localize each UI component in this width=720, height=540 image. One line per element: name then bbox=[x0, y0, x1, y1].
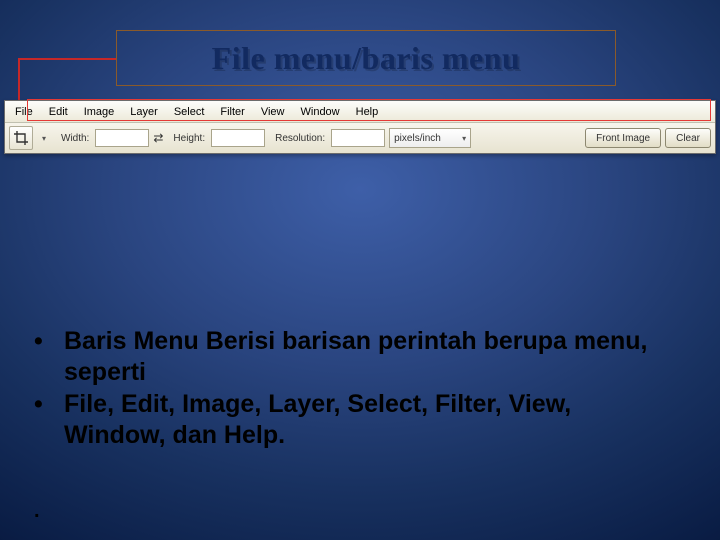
units-dropdown[interactable]: pixels/inch ▾ bbox=[389, 128, 471, 148]
menu-item-window[interactable]: Window bbox=[293, 104, 348, 120]
menu-bar: File Edit Image Layer Select Filter View… bbox=[5, 101, 715, 123]
height-input[interactable] bbox=[211, 129, 265, 147]
list-item: • File, Edit, Image, Layer, Select, Filt… bbox=[34, 389, 674, 452]
chevron-down-icon: ▾ bbox=[42, 134, 46, 143]
menu-item-image[interactable]: Image bbox=[76, 104, 123, 120]
title-box: File menu/baris menu bbox=[116, 30, 616, 86]
menu-item-edit[interactable]: Edit bbox=[41, 104, 76, 120]
chevron-down-icon: ▾ bbox=[462, 134, 466, 143]
resolution-label: Resolution: bbox=[275, 133, 325, 144]
swap-icon[interactable]: ⇄ bbox=[153, 131, 163, 145]
bullet-text: File, Edit, Image, Layer, Select, Filter… bbox=[64, 389, 674, 452]
units-selected: pixels/inch bbox=[394, 133, 441, 144]
options-bar: ▾ Width: ⇄ Height: Resolution: pixels/in… bbox=[5, 123, 715, 153]
page-title: File menu/baris menu bbox=[212, 40, 521, 77]
clear-button[interactable]: Clear bbox=[665, 128, 711, 148]
menu-item-layer[interactable]: Layer bbox=[122, 104, 166, 120]
bullet-text: Baris Menu Berisi barisan perintah berup… bbox=[64, 326, 674, 389]
height-label: Height: bbox=[173, 133, 205, 144]
dropdown-chevron-icon[interactable]: ▾ bbox=[37, 126, 51, 150]
menu-item-view[interactable]: View bbox=[253, 104, 293, 120]
front-image-label: Front Image bbox=[596, 133, 650, 144]
menu-item-select[interactable]: Select bbox=[166, 104, 213, 120]
crop-icon bbox=[14, 131, 28, 145]
list-item: • Baris Menu Berisi barisan perintah ber… bbox=[34, 326, 674, 389]
bullet-icon: • bbox=[34, 389, 64, 452]
resolution-input[interactable] bbox=[331, 129, 385, 147]
connector-line bbox=[18, 58, 116, 60]
bullet-icon: • bbox=[34, 326, 64, 389]
width-input[interactable] bbox=[95, 129, 149, 147]
photoshop-panel: File Edit Image Layer Select Filter View… bbox=[4, 100, 716, 154]
menu-item-filter[interactable]: Filter bbox=[212, 104, 252, 120]
clear-label: Clear bbox=[676, 133, 700, 144]
crop-tool-icon[interactable] bbox=[9, 126, 33, 150]
width-label: Width: bbox=[61, 133, 89, 144]
menu-item-help[interactable]: Help bbox=[348, 104, 387, 120]
menu-item-file[interactable]: File bbox=[7, 104, 41, 120]
trailing-dot: . bbox=[34, 500, 40, 523]
bullet-list: • Baris Menu Berisi barisan perintah ber… bbox=[34, 326, 674, 451]
front-image-button[interactable]: Front Image bbox=[585, 128, 661, 148]
